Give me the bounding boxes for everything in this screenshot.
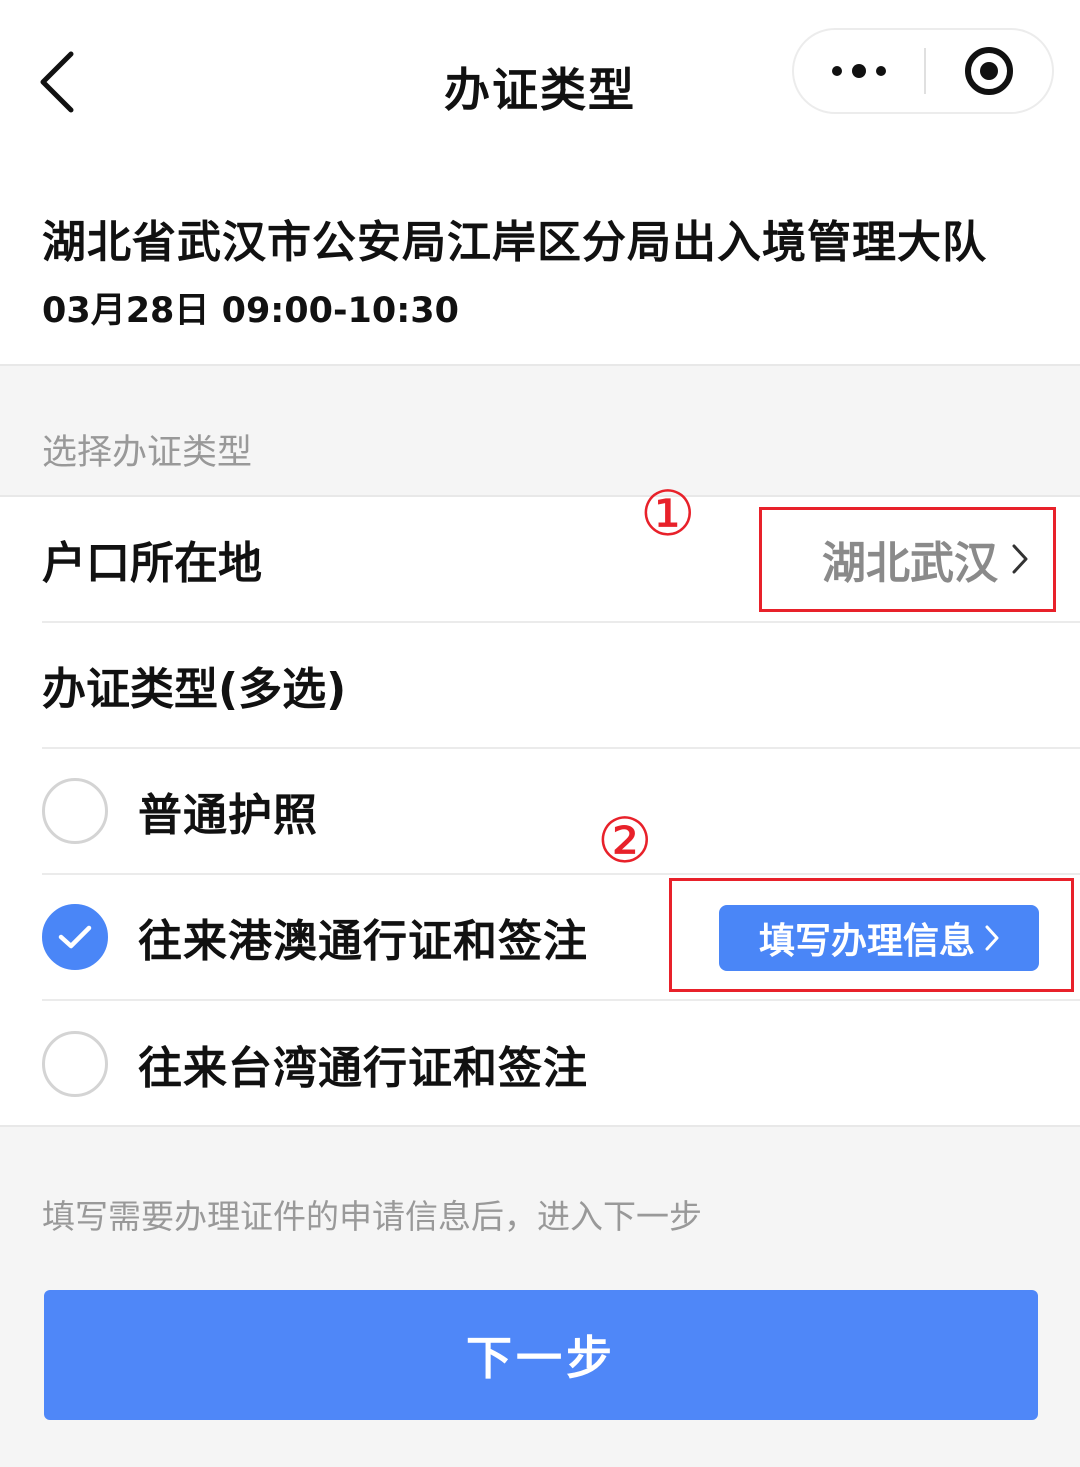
checkbox-taiwan[interactable] — [42, 1031, 108, 1097]
option-row-passport[interactable]: 普通护照 — [42, 749, 1080, 875]
checkmark-icon — [58, 925, 92, 949]
residence-label: 户口所在地 — [42, 538, 262, 589]
annotation-box-1 — [759, 507, 1056, 612]
option-label-passport: 普通护照 — [138, 790, 318, 841]
more-button[interactable] — [794, 30, 924, 112]
section-label: 选择办证类型 — [42, 433, 253, 473]
target-circle-icon — [965, 47, 1013, 95]
option-label-taiwan: 往来台湾通行证和签注 — [138, 1043, 588, 1094]
annotation-marker-1: ① — [640, 477, 696, 550]
top-nav-bar: 办证类型 — [0, 0, 1080, 150]
office-info-card: 湖北省武汉市公安局江岸区分局出入境管理大队 03月28日 09:00-10:30 — [0, 150, 1080, 366]
close-mini-program-button[interactable] — [926, 30, 1052, 112]
next-step-button[interactable]: 下一步 — [44, 1290, 1038, 1420]
next-step-label: 下一步 — [466, 1331, 616, 1385]
annotation-box-2 — [669, 878, 1074, 992]
type-header-row: 办证类型(多选) — [42, 623, 1080, 749]
checkbox-hk-macau[interactable] — [42, 904, 108, 970]
option-row-taiwan[interactable]: 往来台湾通行证和签注 — [42, 1001, 1080, 1127]
office-name: 湖北省武汉市公安局江岸区分局出入境管理大队 — [42, 217, 987, 268]
appointment-time: 03月28日 09:00-10:30 — [42, 291, 459, 331]
checkbox-passport[interactable] — [42, 778, 108, 844]
option-label-hk-macau: 往来港澳通行证和签注 — [138, 916, 588, 967]
more-dots-icon — [832, 64, 886, 78]
type-header-label: 办证类型(多选) — [42, 664, 347, 715]
hint-text: 填写需要办理证件的申请信息后，进入下一步 — [42, 1197, 702, 1236]
annotation-marker-2: ② — [597, 804, 653, 877]
mini-program-capsule — [792, 28, 1054, 114]
